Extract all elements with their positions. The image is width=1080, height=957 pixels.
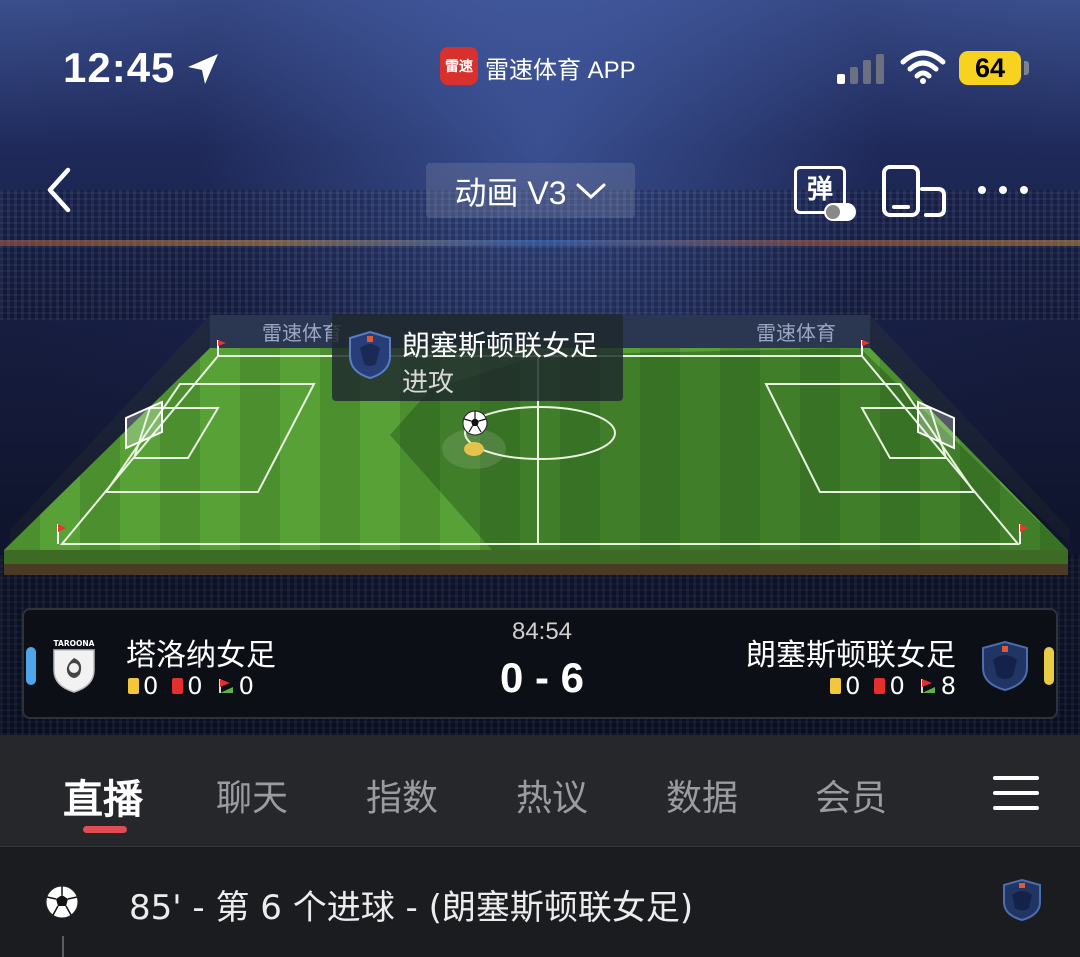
live-feed: 85' - 第 6 个进球 - (朗塞斯顿联女足)	[0, 848, 1080, 957]
animation-mode-select[interactable]: 动画 V3	[426, 163, 635, 218]
tab-stats[interactable]: 数据	[666, 769, 738, 821]
battery-level: 64	[959, 51, 1021, 85]
away-team-crest-icon	[1003, 878, 1041, 922]
away-yellow-count: 0	[845, 672, 861, 700]
soccer-ball-icon	[45, 885, 79, 919]
chevron-down-icon	[576, 183, 606, 199]
away-team-name[interactable]: 朗塞斯顿联女足	[746, 630, 956, 674]
danmu-switch-icon	[824, 203, 856, 221]
active-tab-indicator	[83, 826, 127, 833]
corner-flag-icon	[920, 679, 935, 693]
status-bar: 12:45 雷速 雷速体育 APP 64	[0, 0, 1080, 135]
away-red-count: 0	[889, 672, 905, 700]
tab-live[interactable]: 直播	[63, 767, 143, 825]
board-ad-right: 雷速体育	[756, 321, 836, 345]
scoreboard: TAROONA 塔洛纳女足 0 0 0 84:54 0 - 6 朗塞斯顿联女足 …	[22, 608, 1058, 719]
tab-chat[interactable]: 聊天	[216, 769, 288, 821]
animation-mode-label: 动画 V3	[454, 174, 567, 211]
away-team-crest-icon	[349, 330, 391, 380]
rotate-screen-icon[interactable]	[880, 165, 948, 219]
soccer-ball-icon	[462, 410, 488, 436]
event-type: 进攻	[402, 368, 455, 398]
away-team-crest-icon	[982, 640, 1028, 692]
location-arrow-icon	[188, 54, 218, 84]
away-color-bar	[1044, 647, 1054, 685]
status-time: 12:45	[63, 44, 176, 91]
event-popup: 朗塞斯顿联女足 进攻	[332, 314, 623, 401]
away-team-stats: 0 0 8	[830, 672, 956, 700]
stand-stripe	[0, 240, 1080, 246]
timeline-connector	[62, 936, 64, 957]
wifi-icon	[900, 50, 946, 84]
away-corners: 8	[919, 672, 956, 700]
event-team-name: 朗塞斯顿联女足	[402, 329, 599, 362]
tab-bar: 直播 聊天 指数 热议 数据 会员	[0, 735, 1080, 847]
tab-discussion[interactable]: 热议	[516, 769, 588, 821]
board-ad-left: 雷速体育	[262, 321, 342, 345]
danmu-toggle-button[interactable]: 弹	[794, 163, 860, 223]
away-yellow-cards: 0	[830, 672, 860, 700]
app-name: 雷速体育 APP	[485, 57, 636, 84]
red-card-icon	[874, 678, 886, 694]
away-corner-count: 8	[940, 672, 956, 700]
more-options-icon[interactable]	[975, 180, 1031, 200]
app-logo-icon: 雷速	[440, 47, 478, 85]
cellular-signal-icon	[837, 54, 884, 84]
battery-cap	[1024, 61, 1029, 75]
feed-event-text: 85' - 第 6 个进球 - (朗塞斯顿联女足)	[129, 888, 694, 928]
hamburger-menu-icon[interactable]	[993, 774, 1039, 812]
tab-membership[interactable]: 会员	[815, 769, 887, 821]
yellow-card-icon	[830, 678, 842, 694]
tab-odds[interactable]: 指数	[366, 769, 438, 821]
away-red-cards: 0	[874, 672, 905, 700]
back-chevron-icon[interactable]	[40, 164, 80, 216]
